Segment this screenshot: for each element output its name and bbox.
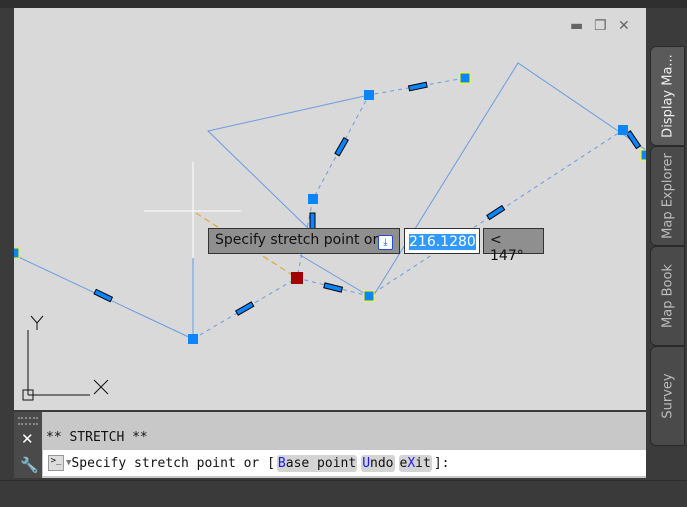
option-base-point[interactable]: Base point	[276, 454, 358, 472]
close-icon[interactable]: ✕	[618, 18, 630, 34]
command-prompt-icon[interactable]: >_	[48, 455, 64, 471]
command-input[interactable]: >_ ▼ Specify stretch point or [ Base poi…	[43, 450, 646, 476]
ucs-icon	[22, 315, 109, 401]
angle-input[interactable]: < 147°	[483, 228, 544, 264]
drawing	[14, 62, 646, 401]
wrench-icon[interactable]: 🔧	[20, 456, 39, 474]
hot-grip	[291, 272, 303, 284]
dynamic-input-prompt: Specify stretch point or ⤓	[208, 228, 400, 254]
tab-map-explorer[interactable]: Map Explorer	[650, 146, 685, 246]
angle-value: < 147°	[490, 232, 524, 264]
tab-map-book[interactable]: Map Book	[650, 246, 685, 346]
minimize-icon[interactable]: ▬	[570, 18, 583, 34]
palette-tabs: Display Ma... Map Explorer Map Book Surv…	[648, 30, 687, 450]
midpoint-grips	[93, 81, 642, 316]
command-window: ✕ 🔧 ** STRETCH ** >_ ▼ Specify stretch p…	[14, 412, 646, 478]
title-bar	[0, 0, 687, 8]
options-down-arrow-icon[interactable]: ⤓	[378, 235, 393, 250]
close-icon[interactable]: ✕	[21, 430, 34, 448]
option-undo[interactable]: Undo	[361, 454, 395, 472]
drag-handle[interactable]	[18, 417, 38, 425]
tab-survey[interactable]: Survey	[650, 346, 685, 446]
tab-display-manager[interactable]: Display Ma...	[650, 46, 685, 146]
status-bar	[0, 480, 687, 507]
drawing-canvas[interactable]: ▬ ❐ ✕	[14, 8, 646, 410]
distance-value[interactable]: 216.1280	[409, 234, 476, 250]
prompt-text: Specify stretch point or	[215, 232, 379, 248]
option-exit[interactable]: eXit	[398, 454, 432, 472]
distance-input[interactable]: 216.1280	[404, 228, 480, 254]
command-history: ** STRETCH **	[46, 430, 148, 445]
restore-icon[interactable]: ❐	[594, 18, 607, 34]
grips	[14, 72, 646, 344]
